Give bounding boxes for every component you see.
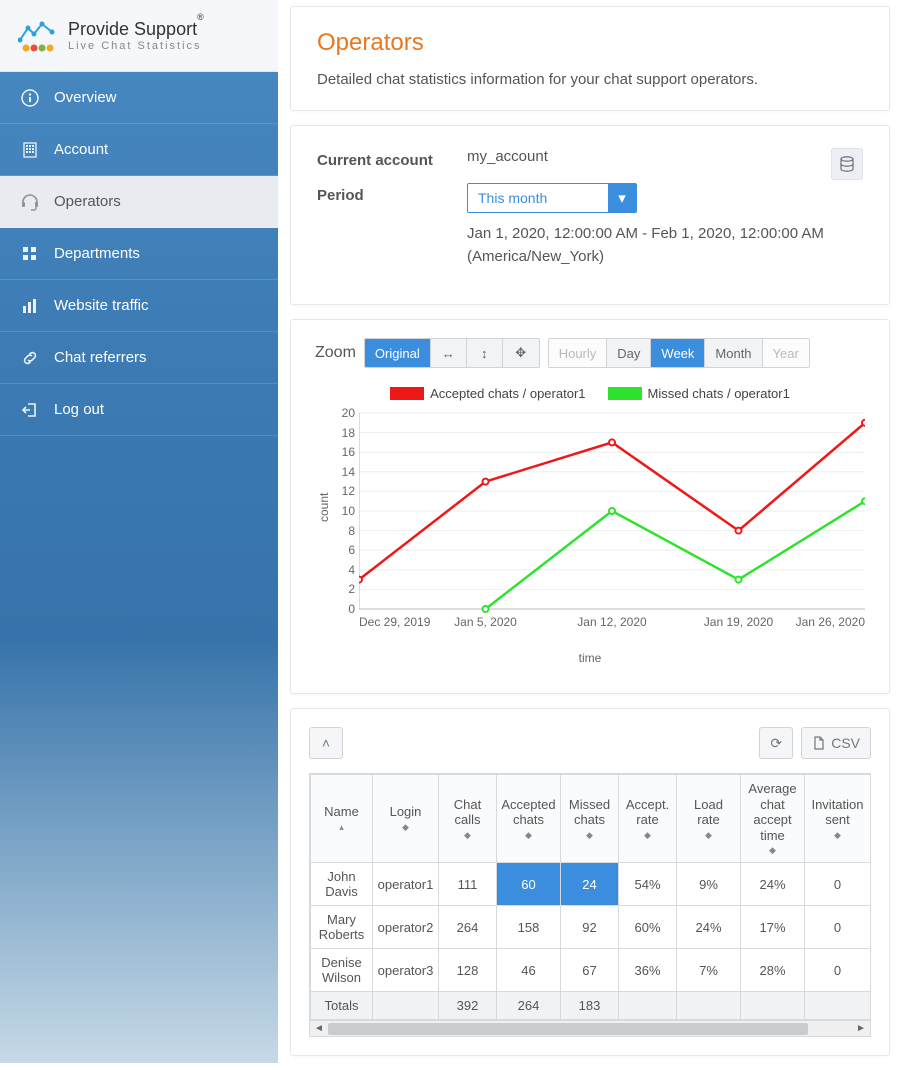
zoom-year-button: Year — [763, 339, 809, 367]
main-content: Operators Detailed chat statistics infor… — [290, 6, 890, 1070]
table-horizontal-scrollbar[interactable]: ◄ ► — [309, 1021, 871, 1037]
chevron-up-icon: ˄ — [322, 735, 330, 751]
table-row[interactable]: JohnDavisoperator1111602454%9%24%0 — [311, 863, 871, 906]
caret-down-icon: ▾ — [608, 183, 636, 213]
nav-item-operators[interactable]: Operators — [0, 176, 278, 228]
page-subtitle: Detailed chat statistics information for… — [317, 71, 863, 88]
nav-item-account[interactable]: Account — [0, 124, 278, 176]
table-card: ˄ ⟳ CSV Name▴Login◆Chatcalls◆Acceptedcha… — [290, 708, 890, 1056]
column-header[interactable]: Invitationsent◆ — [805, 775, 871, 863]
account-value: my_account — [467, 148, 831, 165]
link-icon — [20, 348, 40, 368]
scrollbar-thumb[interactable] — [328, 1023, 808, 1035]
table-row[interactable]: MaryRobertsoperator22641589260%24%17%0 — [311, 906, 871, 949]
info-icon — [20, 88, 40, 108]
file-icon — [812, 736, 826, 750]
table-totals-row: Totals392264183 — [311, 992, 871, 1020]
nav-item-logout[interactable]: Log out — [0, 384, 278, 436]
scroll-right-icon: ► — [854, 1022, 868, 1036]
operators-table: Name▴Login◆Chatcalls◆Acceptedchats◆Misse… — [310, 774, 871, 1020]
building-icon — [20, 140, 40, 160]
zoom-week-button[interactable]: Week — [651, 339, 705, 367]
scroll-left-icon: ◄ — [312, 1022, 326, 1036]
zoom-original-button[interactable]: Original — [365, 339, 431, 367]
period-label: Period — [317, 183, 467, 204]
refresh-icon: ⟳ — [770, 735, 782, 752]
page-header-card: Operators Detailed chat statistics infor… — [290, 6, 890, 111]
brand-logo-icon — [18, 18, 58, 54]
nav-item-traffic[interactable]: Website traffic — [0, 280, 278, 332]
brand-tagline: Live Chat Statistics — [68, 40, 204, 52]
period-select[interactable]: This month ▾ — [467, 183, 637, 213]
zoom-interval-group: Hourly Day Week Month Year — [548, 338, 810, 368]
nav-list: Overview Account Operators Departments W… — [0, 72, 278, 436]
bar-chart-icon — [20, 296, 40, 316]
zoom-label: Zoom — [315, 344, 356, 362]
zoom-mode-group: Original ↔ ↕ ✥ — [364, 338, 540, 368]
zoom-day-button[interactable]: Day — [607, 339, 651, 367]
column-header[interactable]: Name▴ — [311, 775, 373, 863]
filters-card: Current account my_account Period This m… — [290, 125, 890, 305]
chart-plot-area — [359, 407, 865, 627]
chart-card: Zoom Original ↔ ↕ ✥ Hourly Day Week Mont… — [290, 319, 890, 694]
chart-legend: Accepted chats / operator1 Missed chats … — [315, 386, 865, 401]
nav-item-departments[interactable]: Departments — [0, 228, 278, 280]
column-header[interactable]: Missedchats◆ — [561, 775, 619, 863]
column-header[interactable]: Login◆ — [373, 775, 439, 863]
data-source-button[interactable] — [831, 148, 863, 180]
zoom-month-button[interactable]: Month — [705, 339, 762, 367]
nav-item-overview[interactable]: Overview — [0, 72, 278, 124]
logo: Provide Support® Live Chat Statistics — [0, 0, 278, 72]
export-csv-button[interactable]: CSV — [801, 727, 871, 759]
column-header[interactable]: Accept.rate◆ — [619, 775, 677, 863]
column-header[interactable]: Chatcalls◆ — [439, 775, 497, 863]
chart-xlabel: time — [579, 651, 602, 665]
zoom-hourly-button: Hourly — [549, 339, 608, 367]
table-row[interactable]: DeniseWilsonoperator3128466736%7%28%0 — [311, 949, 871, 992]
arrows-horizontal-icon: ↔ — [442, 346, 455, 361]
legend-item-missed[interactable]: Missed chats / operator1 — [608, 386, 790, 401]
legend-swatch-red — [390, 387, 424, 400]
page-title: Operators — [317, 29, 863, 57]
logout-icon — [20, 400, 40, 420]
arrows-vertical-icon: ↕ — [481, 346, 488, 361]
legend-item-accepted[interactable]: Accepted chats / operator1 — [390, 386, 585, 401]
period-range: Jan 1, 2020, 12:00:00 AM - Feb 1, 2020, … — [467, 223, 863, 268]
sidebar: Provide Support® Live Chat Statistics Ov… — [0, 0, 278, 1063]
zoom-both-button[interactable]: ✥ — [503, 339, 539, 367]
legend-swatch-green — [608, 387, 642, 400]
collapse-button[interactable]: ˄ — [309, 727, 343, 759]
column-header[interactable]: Acceptedchats◆ — [497, 775, 561, 863]
headset-icon — [20, 192, 40, 212]
period-selected-text: This month — [468, 190, 608, 206]
zoom-horizontal-button[interactable]: ↔ — [431, 339, 467, 367]
grid-icon — [20, 244, 40, 264]
zoom-vertical-button[interactable]: ↕ — [467, 339, 503, 367]
account-label: Current account — [317, 148, 467, 169]
refresh-button[interactable]: ⟳ — [759, 727, 793, 759]
column-header[interactable]: Loadrate◆ — [677, 775, 741, 863]
column-header[interactable]: Averagechat accept time◆ — [741, 775, 805, 863]
arrows-move-icon: ✥ — [515, 345, 526, 361]
brand-name: Provide Support® — [68, 19, 204, 40]
chart: count 02468101214161820 Dec 29, 2019Jan … — [315, 407, 865, 667]
database-icon — [839, 156, 855, 172]
nav-item-referrers[interactable]: Chat referrers — [0, 332, 278, 384]
